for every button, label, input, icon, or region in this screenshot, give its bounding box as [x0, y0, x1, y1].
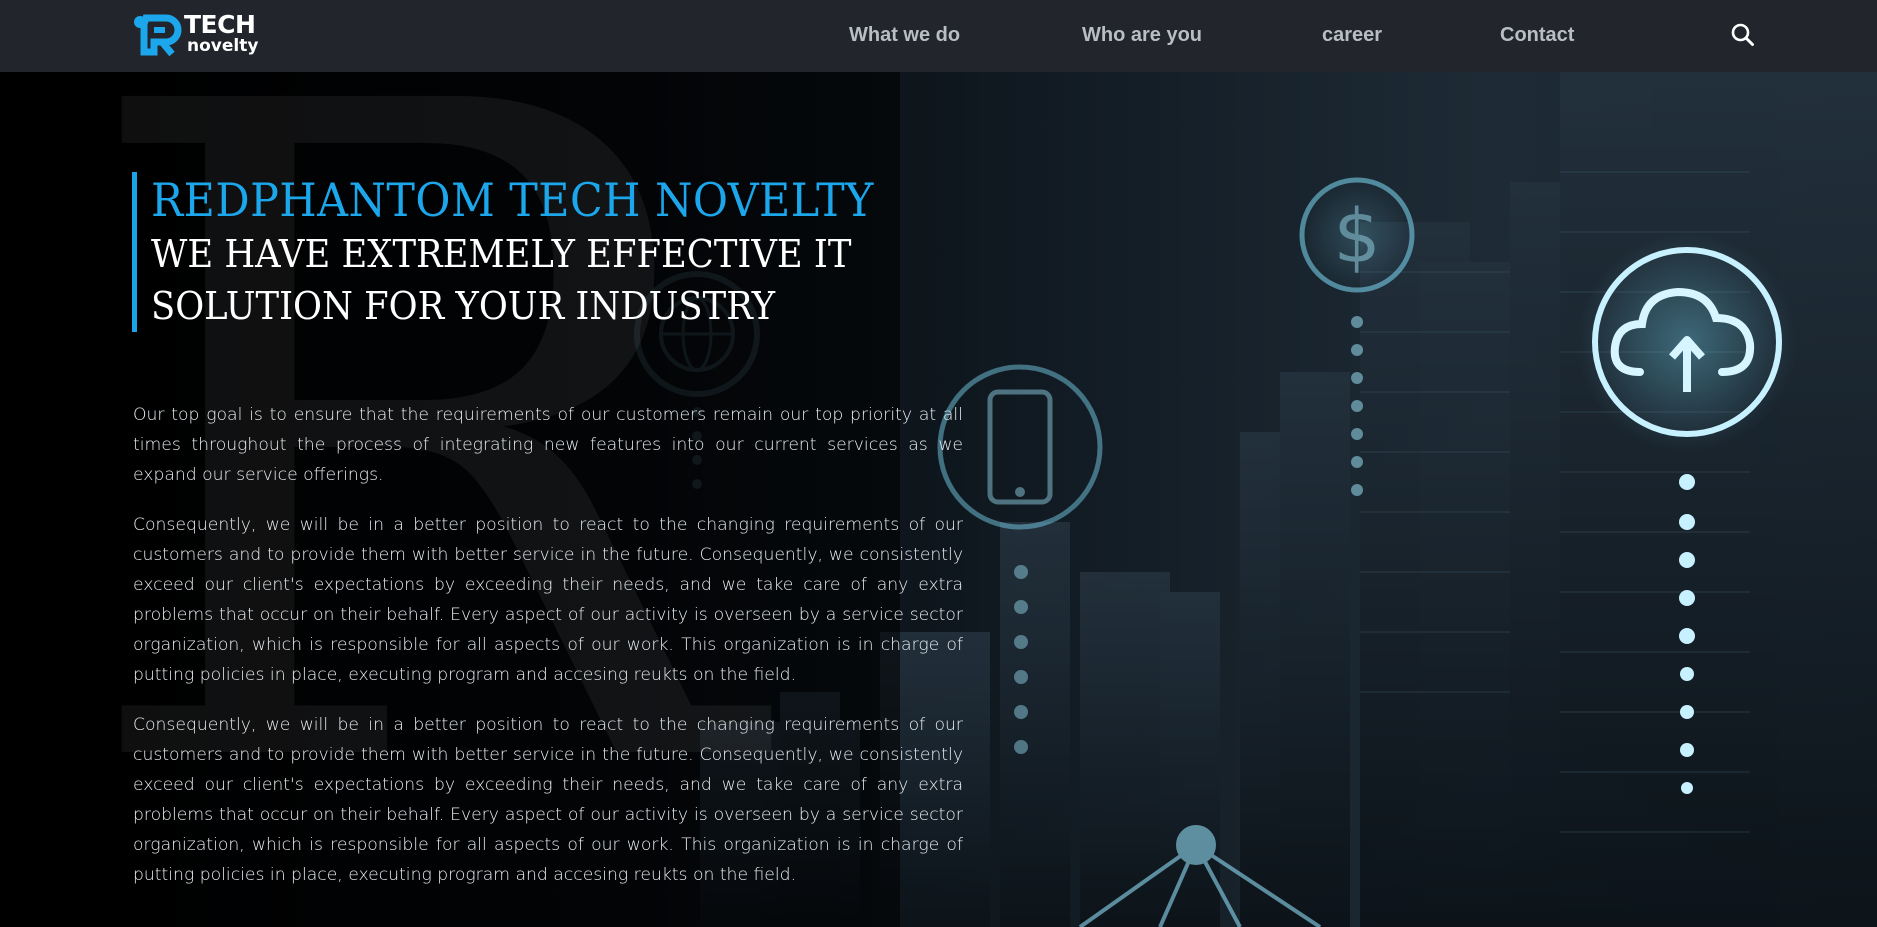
hero-body-text: Our top goal is to ensure that the requi… — [133, 400, 963, 910]
search-icon — [1731, 23, 1754, 46]
logo-mark-icon — [134, 14, 182, 56]
search-button[interactable] — [1730, 22, 1756, 48]
hero-paragraph: Consequently, we will be in a better pos… — [133, 715, 963, 885]
hero-heading: REDPHANTOM TECH NOVELTY WE HAVE EXTREMEL… — [132, 172, 1051, 332]
top-navbar: TECH novelty What we do Who are you care… — [0, 0, 1877, 72]
logo-sub-text: novelty — [187, 36, 259, 56]
nav-what-we-do[interactable]: What we do — [849, 22, 960, 48]
logo-brand-text: TECH — [184, 10, 256, 39]
svg-text:$: $ — [1333, 194, 1380, 280]
nav-career[interactable]: career — [1322, 22, 1382, 48]
hero-section: $ R REDPHANTOM TECH NOVELTY WE HAVE EXTR… — [0, 72, 1877, 927]
hero-paragraph: Consequently, we will be in a better pos… — [133, 515, 963, 685]
logo[interactable]: TECH novelty — [132, 10, 272, 58]
hero-title: REDPHANTOM TECH NOVELTY — [151, 173, 874, 227]
nav-contact[interactable]: Contact — [1500, 22, 1574, 48]
nav-who-are-you[interactable]: Who are you — [1082, 22, 1202, 48]
hero-paragraph: Our top goal is to ensure that the requi… — [133, 405, 963, 485]
hero-tagline: WE HAVE EXTREMELY EFFECTIVE IT SOLUTION … — [151, 232, 852, 328]
